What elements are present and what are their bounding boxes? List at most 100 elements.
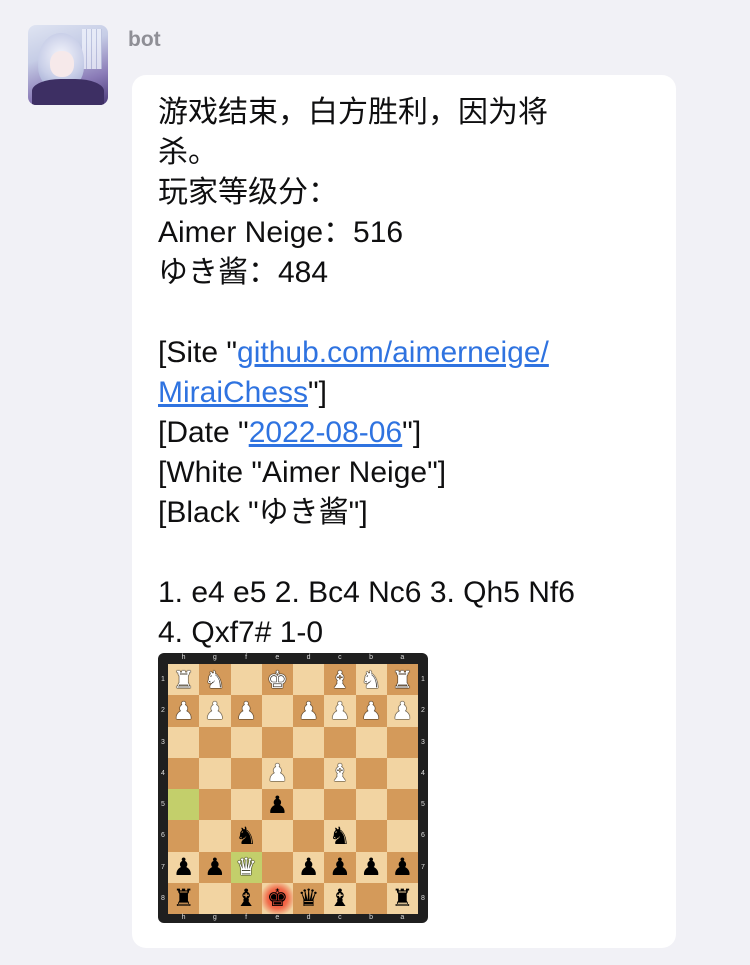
white-bishop-icon: ♝	[329, 759, 351, 788]
black-king-icon: ♚	[266, 884, 289, 913]
square-c6: ♞	[324, 820, 356, 852]
rank-label: 2	[161, 707, 165, 715]
sender-name: bot	[128, 28, 161, 51]
square-c2: ♟	[324, 695, 356, 727]
square-c3	[324, 726, 356, 758]
square-a1: ♜	[386, 664, 418, 696]
chess-board: ♜ ♞ ♚ ♝ ♞ ♜ ♟ ♟ ♟ ♟ ♟ ♟ ♟ ♟ ♝ ♟ ♞ ♞ ♟ ♟ ♛ ♟ ♟ ♟ ♟ ♜ ♝ ♚ ♛ ♝ ♜	[168, 664, 418, 914]
square-a3	[386, 726, 418, 758]
ratings-heading: 玩家等级分：	[158, 176, 338, 209]
square-g3	[199, 726, 231, 758]
black-bishop-icon: ♝	[235, 884, 257, 913]
square-h7: ♟	[168, 851, 200, 883]
square-c5	[324, 789, 356, 821]
black-pawn-icon: ♟	[204, 853, 226, 882]
square-d4	[293, 757, 325, 789]
square-h2: ♟	[168, 695, 200, 727]
file-label: h	[181, 914, 186, 921]
file-label: h	[181, 654, 186, 661]
square-g4	[199, 757, 231, 789]
square-c1: ♝	[324, 664, 356, 696]
file-labels-top: hgfedcba	[168, 654, 418, 664]
rank-labels-right: 1 2 3 4 5 6 7 8	[418, 664, 428, 914]
square-b7: ♟	[355, 851, 387, 883]
rank-label: 7	[421, 863, 425, 871]
white-knight-icon: ♞	[204, 665, 226, 694]
pgn-site-suffix: "]	[308, 376, 328, 409]
square-b6	[355, 820, 387, 852]
pgn-black: [Black "ゆき酱"]	[158, 496, 368, 529]
square-a6	[386, 820, 418, 852]
pgn-site-line-1: [Site "github.com/aimerneige/	[158, 333, 658, 373]
rank-label: 7	[161, 863, 165, 871]
file-label: d	[306, 654, 311, 661]
site-link-continued[interactable]: MiraiChess	[158, 376, 308, 409]
square-c4: ♝	[324, 757, 356, 789]
square-c7: ♟	[324, 851, 356, 883]
square-e1: ♚	[261, 664, 293, 696]
white-pawn-icon: ♟	[391, 696, 414, 725]
white-rook-icon: ♜	[172, 665, 195, 694]
white-pawn-icon: ♟	[360, 696, 382, 725]
pgn-site-line-2: MiraiChess"]	[158, 373, 658, 413]
rank-label: 8	[421, 894, 425, 902]
site-link[interactable]: github.com/aimerneige/	[237, 336, 549, 369]
white-queen-icon: ♛	[235, 853, 257, 882]
chess-board-image[interactable]: hgfedcba 12345678 ♜ ♞ ♚ ♝ ♞ ♜ ♟ ♟ ♟ ♟ ♟ ♟ ♟ ♟ ♝ ♟ ♞ ♞ ♟ ♟ ♛ ♟…	[158, 653, 428, 923]
square-g5	[199, 789, 231, 821]
rank-label: 8	[161, 894, 165, 902]
rank-label: 4	[421, 769, 425, 777]
rank-label: 5	[421, 801, 425, 809]
file-label: a	[400, 654, 405, 661]
black-pawn-icon: ♟	[297, 853, 320, 882]
file-label: b	[369, 914, 374, 921]
rank-label: 3	[421, 738, 425, 746]
square-g2: ♟	[199, 695, 231, 727]
rank-label: 4	[161, 769, 165, 777]
square-f2: ♟	[230, 695, 262, 727]
square-e4: ♟	[261, 757, 293, 789]
square-f3	[230, 726, 262, 758]
date-link[interactable]: 2022-08-06	[249, 416, 402, 449]
moves-line-1: 1. e4 e5 2. Bc4 Nc6 3. Qh5 Nf6	[158, 576, 575, 609]
moves-line-2: 4. Qxf7# 1-0	[158, 616, 324, 649]
pgn-white: [White "Aimer Neige"]	[158, 456, 447, 489]
file-label: f	[245, 914, 248, 921]
square-e2	[261, 695, 293, 727]
square-d2: ♟	[293, 695, 325, 727]
message-bubble[interactable]: 游戏结束，白方胜利，因为将 杀。 玩家等级分： Aimer Neige：516 …	[132, 75, 676, 948]
square-h5	[168, 789, 200, 821]
rank-label: 6	[161, 832, 165, 840]
file-label: c	[338, 914, 342, 921]
bot-avatar[interactable]	[28, 25, 108, 105]
message-text: 游戏结束，白方胜利，因为将 杀。 玩家等级分： Aimer Neige：516 …	[158, 93, 658, 653]
rank-labels-left: 1 2 3 4 5 6 7 8	[158, 664, 168, 914]
square-e7	[261, 851, 293, 883]
square-f1	[230, 664, 262, 696]
square-d5	[293, 789, 325, 821]
square-g6	[199, 820, 231, 852]
rank-label: 2	[421, 707, 425, 715]
black-pawn-icon: ♟	[329, 853, 351, 882]
result-line-2: 杀。	[158, 136, 218, 169]
square-h3	[168, 726, 200, 758]
black-knight-icon: ♞	[329, 821, 351, 850]
white-pawn-icon: ♟	[297, 696, 320, 725]
black-pawn-icon: ♟	[360, 853, 382, 882]
square-h8: ♜	[168, 882, 200, 914]
avatar-face	[50, 51, 74, 77]
white-pawn-icon: ♟	[172, 696, 195, 725]
square-f6: ♞	[230, 820, 262, 852]
square-a2: ♟	[386, 695, 418, 727]
white-rook-icon: ♜	[391, 665, 414, 694]
black-rook-icon: ♜	[391, 884, 414, 913]
rank-label: 1	[161, 676, 165, 684]
white-pawn-icon: ♟	[266, 759, 289, 788]
square-c8: ♝	[324, 882, 356, 914]
square-a5	[386, 789, 418, 821]
white-pawn-icon: ♟	[329, 696, 351, 725]
black-queen-icon: ♛	[297, 884, 320, 913]
pgn-date-prefix: [Date "	[158, 416, 249, 449]
